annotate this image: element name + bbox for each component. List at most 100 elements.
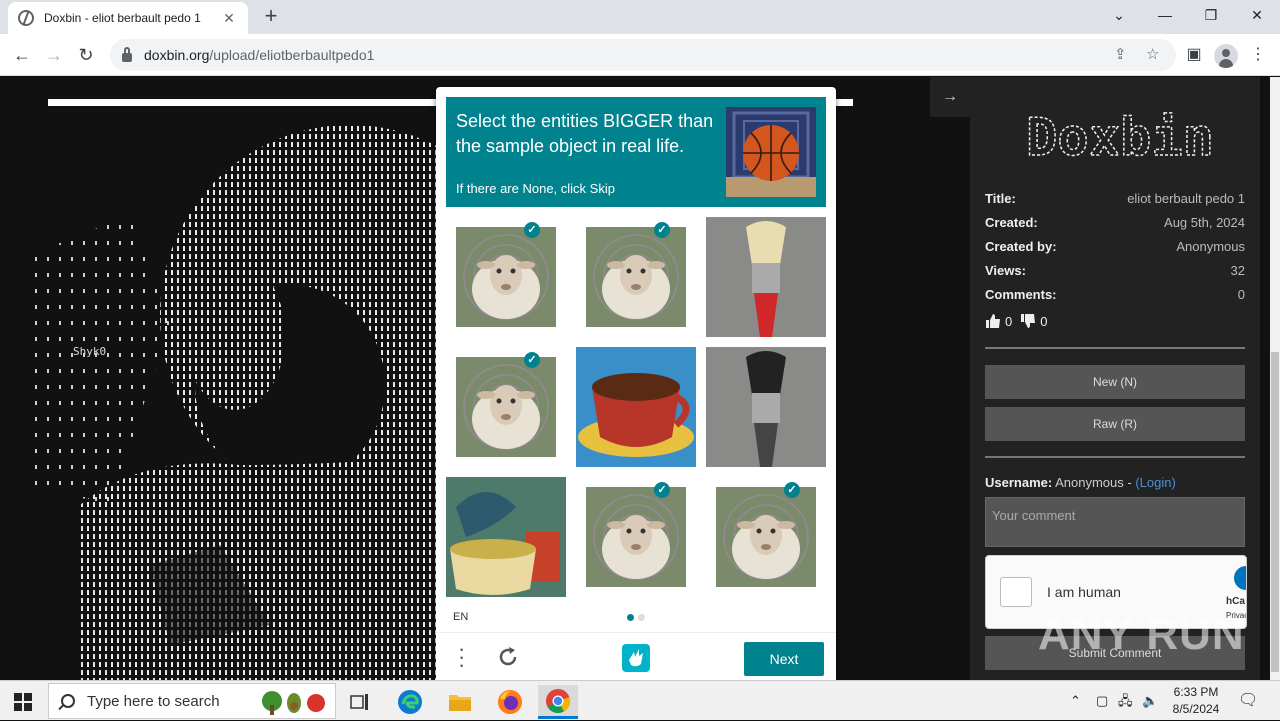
- page-dot-active: [627, 614, 634, 621]
- username-label: Username:: [985, 475, 1053, 490]
- next-button[interactable]: Next: [744, 642, 824, 676]
- url-path: /upload/eliotberbaultpedo1: [209, 47, 375, 63]
- login-link[interactable]: (Login): [1135, 475, 1175, 490]
- challenge-tile-4[interactable]: ✓: [446, 347, 566, 467]
- windows-start-icon[interactable]: [14, 693, 32, 711]
- challenge-tile-2[interactable]: ✓: [576, 217, 696, 337]
- challenge-subprompt: If there are None, click Skip: [456, 181, 615, 196]
- reload-icon[interactable]: ↻: [73, 42, 99, 68]
- tray-chevron-icon[interactable]: ⌃: [1070, 681, 1081, 721]
- challenge-header: Select the entities BIGGER than the samp…: [446, 97, 826, 207]
- thumbs-down-icon[interactable]: [1020, 313, 1036, 329]
- chrome-icon[interactable]: [538, 685, 578, 719]
- sheep-image: [716, 487, 816, 587]
- challenge-tile-3[interactable]: [706, 217, 826, 337]
- challenge-tile-1[interactable]: ✓: [446, 217, 566, 337]
- collapse-sidebar-button[interactable]: →: [930, 77, 970, 117]
- challenge-tile-9[interactable]: ✓: [706, 477, 826, 597]
- selected-check-icon: ✓: [524, 222, 540, 238]
- minimize-button[interactable]: —: [1142, 0, 1188, 30]
- tab-title: Doxbin - eliot berbault pedo 1: [44, 11, 201, 25]
- sheep-image: [586, 227, 686, 327]
- paintbrush-image: [706, 217, 826, 337]
- system-clock[interactable]: 6:33 PM 8/5/2024: [1164, 684, 1228, 718]
- side-panel-icon[interactable]: ▣: [1181, 42, 1207, 68]
- doxbin-logo: Doxbin: [1025, 107, 1214, 169]
- challenge-tile-7[interactable]: [446, 477, 566, 597]
- tab-search-icon[interactable]: ⌄: [1096, 0, 1142, 30]
- hcaptcha-logo-icon: [1234, 566, 1246, 590]
- forward-icon[interactable]: →: [41, 42, 67, 68]
- like-count: 0: [1005, 313, 1013, 329]
- page-scrollbar[interactable]: [1270, 77, 1280, 680]
- close-window-button[interactable]: ✕: [1234, 0, 1280, 30]
- human-checkbox-label: I am human: [1047, 584, 1121, 600]
- new-paste-button[interactable]: New (N): [985, 365, 1245, 399]
- selected-check-icon: ✓: [784, 482, 800, 498]
- challenge-tile-8[interactable]: ✓: [576, 477, 696, 597]
- sheep-image: [456, 357, 556, 457]
- volume-icon[interactable]: 🔈: [1142, 681, 1158, 721]
- search-highlight-icon: [261, 691, 325, 715]
- challenge-tile-6[interactable]: [706, 347, 826, 467]
- vote-bar: 0 0: [985, 313, 1047, 329]
- username-line: Username: Anonymous - (Login): [985, 475, 1176, 490]
- globe-icon: [18, 10, 34, 26]
- meta-views: Views: 32: [985, 263, 1245, 278]
- notification-icon[interactable]: 🗨: [1238, 681, 1258, 721]
- challenge-footer: · · · Next: [436, 632, 836, 680]
- coffee-cup-image: [576, 347, 696, 467]
- lock-icon[interactable]: [122, 46, 132, 62]
- meta-comments: Comments: 0: [985, 287, 1245, 302]
- info-sidebar: Doxbin Title: eliot berbault pedo 1 Creat…: [970, 77, 1260, 680]
- comment-input[interactable]: Your comment: [985, 497, 1245, 547]
- menu-dots-icon[interactable]: · · ·: [458, 638, 468, 676]
- selected-check-icon: ✓: [654, 222, 670, 238]
- tray-device-icon[interactable]: ▢: [1096, 681, 1108, 721]
- search-icon: [61, 694, 75, 708]
- ascii-signature: Shyk0: [73, 345, 107, 358]
- username-value: Anonymous -: [1055, 475, 1132, 490]
- scrollbar-thumb[interactable]: [1271, 352, 1279, 672]
- clock-time: 6:33 PM: [1173, 685, 1219, 699]
- challenge-tile-5[interactable]: [576, 347, 696, 467]
- bookmark-star-icon[interactable]: ☆: [1146, 45, 1159, 63]
- taskbar-search[interactable]: Type here to search: [48, 683, 336, 719]
- menu-icon[interactable]: ⋮: [1245, 42, 1271, 68]
- divider: [985, 347, 1245, 349]
- back-icon[interactable]: ←: [9, 42, 35, 68]
- sheep-image: [456, 227, 556, 327]
- firefox-icon[interactable]: [490, 685, 530, 719]
- url-host: doxbin.org: [144, 47, 210, 63]
- hcaptcha-hand-icon[interactable]: [620, 642, 652, 674]
- task-view-icon[interactable]: [340, 685, 380, 719]
- tab-strip: Doxbin - eliot berbault pedo 1 ✕ + ⌄ — ❐…: [0, 0, 1280, 34]
- human-checkbox[interactable]: [1000, 577, 1032, 607]
- teacup-painting-image: [446, 477, 566, 597]
- network-icon[interactable]: 🖧: [1118, 681, 1133, 721]
- page-dot: [638, 614, 645, 621]
- new-tab-button[interactable]: +: [258, 4, 284, 30]
- profile-avatar[interactable]: [1214, 44, 1238, 68]
- restore-button[interactable]: ❐: [1188, 0, 1234, 30]
- search-placeholder: Type here to search: [87, 692, 220, 710]
- language-selector[interactable]: EN: [453, 611, 468, 623]
- address-bar[interactable]: doxbin.org /upload/eliotberbaultpedo1 ⇪ …: [110, 39, 1176, 71]
- ascii-portrait: [30, 125, 440, 680]
- meta-created: Created: Aug 5th, 2024: [985, 215, 1245, 230]
- hcaptcha-brand: hCa: [1226, 596, 1245, 607]
- sheep-image: [586, 487, 686, 587]
- raw-button[interactable]: Raw (R): [985, 407, 1245, 441]
- close-tab-icon[interactable]: ✕: [220, 10, 238, 27]
- file-explorer-icon[interactable]: [440, 685, 480, 719]
- captcha-challenge: Select the entities BIGGER than the samp…: [436, 87, 836, 680]
- paintbrush-image: [706, 347, 826, 467]
- dislike-count: 0: [1040, 313, 1048, 329]
- divider: [985, 456, 1245, 458]
- browser-tab[interactable]: Doxbin - eliot berbault pedo 1 ✕: [8, 2, 248, 34]
- refresh-icon[interactable]: [496, 645, 520, 669]
- edge-icon[interactable]: [390, 685, 430, 719]
- share-icon[interactable]: ⇪: [1114, 45, 1127, 63]
- thumbs-up-icon[interactable]: [985, 313, 1001, 329]
- selected-check-icon: ✓: [654, 482, 670, 498]
